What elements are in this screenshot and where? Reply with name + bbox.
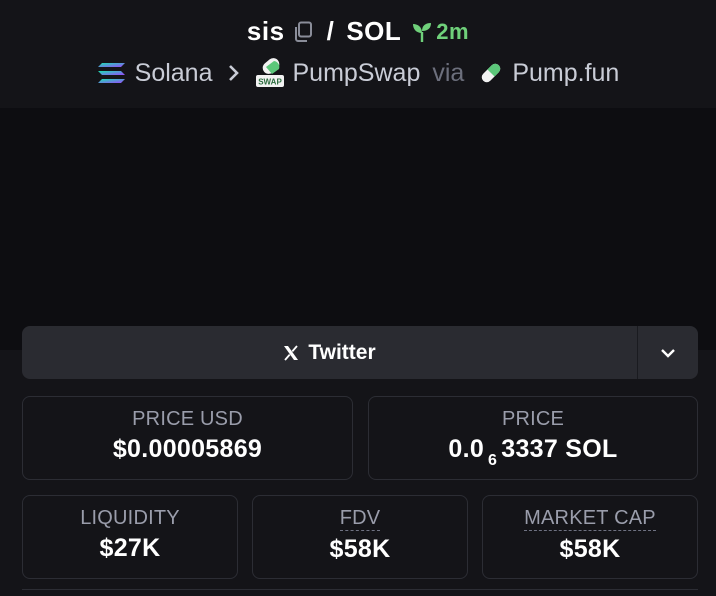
twitter-button-group: Twitter	[22, 326, 698, 379]
dex-name[interactable]: PumpSwap	[293, 59, 421, 88]
fdv-label[interactable]: FDV	[339, 507, 381, 531]
pair-title: sis / SOL 2m	[0, 16, 716, 47]
pair-age: 2m	[411, 19, 469, 45]
twitter-button[interactable]: Twitter	[22, 326, 637, 379]
chart-area	[0, 108, 716, 350]
pair-path: Solana SWAP PumpSwap via Pump.fun	[0, 58, 716, 88]
market-cap-card[interactable]: MARKET CAP $58K	[482, 495, 698, 579]
chain-name[interactable]: Solana	[135, 59, 213, 88]
liquidity-value: $27K	[99, 534, 161, 562]
next-card-edge	[22, 589, 698, 596]
quote-symbol: SOL	[346, 16, 402, 46]
pair-age-text: 2m	[436, 18, 470, 44]
pumpswap-icon: SWAP	[255, 58, 285, 88]
liquidity-label: LIQUIDITY	[80, 507, 180, 529]
pill-icon	[478, 60, 504, 86]
price-native-card: PRICE 0.0 6 3337 SOL	[368, 396, 698, 480]
twitter-label: Twitter	[308, 340, 376, 364]
solana-icon	[97, 61, 127, 85]
pair-separator: /	[326, 16, 335, 46]
sprout-icon	[413, 22, 432, 42]
chevron-right-icon	[227, 64, 241, 82]
price-zero-count: 6	[488, 452, 498, 469]
fdv-value: $58K	[329, 535, 391, 563]
x-logo-icon	[283, 344, 299, 361]
copy-icon[interactable]	[293, 21, 313, 43]
price-native-label: PRICE	[501, 408, 565, 430]
pair-header: sis / SOL 2m Solana SWAP PumpSwap via Pu…	[0, 0, 716, 108]
launchpad-name[interactable]: Pump.fun	[512, 59, 619, 88]
price-native-prefix: 0.0	[448, 435, 485, 463]
liquidity-card: LIQUIDITY $27K	[22, 495, 238, 579]
via-label: via	[432, 58, 465, 87]
price-usd-value: $0.00005869	[112, 435, 263, 463]
pumpswap-badge-text: SWAP	[258, 78, 282, 87]
chevron-down-icon	[661, 348, 675, 358]
market-cap-label[interactable]: MARKET CAP	[524, 507, 656, 531]
market-cap-value: $58K	[559, 535, 621, 563]
more-socials-button[interactable]	[637, 326, 698, 379]
price-native-value: 0.0 6 3337 SOL	[448, 435, 618, 469]
token-symbol: sis	[246, 16, 285, 46]
price-usd-card: PRICE USD $0.00005869	[22, 396, 353, 480]
price-native-suffix: 3337 SOL	[501, 435, 618, 463]
price-usd-label: PRICE USD	[132, 408, 243, 430]
fdv-card[interactable]: FDV $58K	[252, 495, 468, 579]
